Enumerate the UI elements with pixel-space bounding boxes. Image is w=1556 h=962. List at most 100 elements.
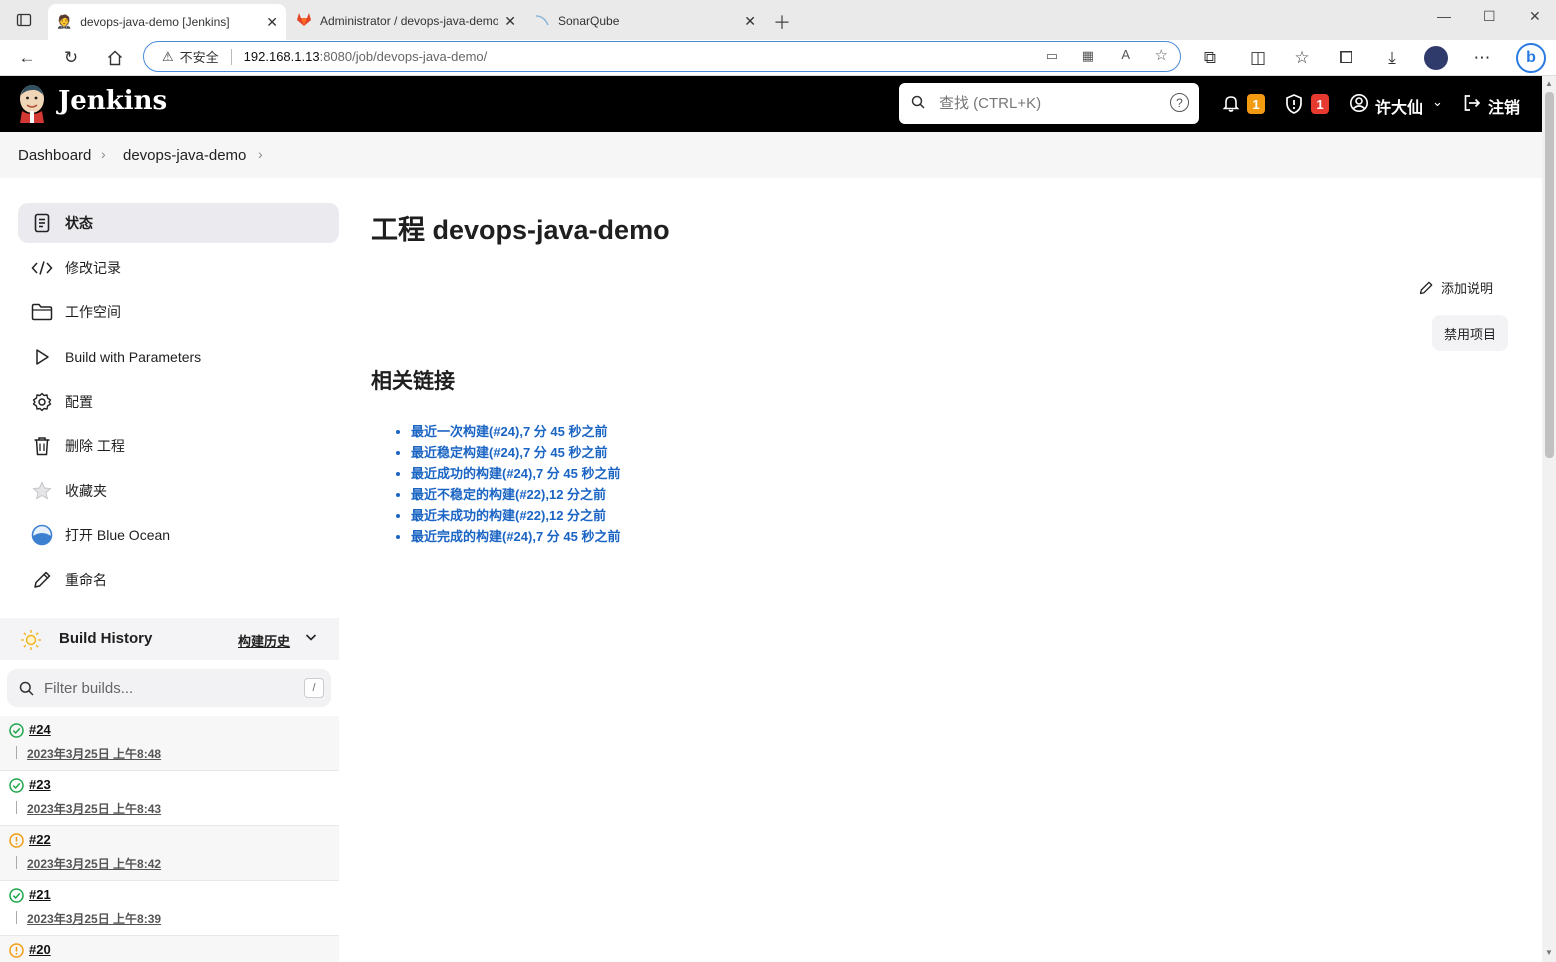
build-row-divider [16,911,17,924]
browser-tab-sonarqube[interactable]: SonarQube ✕ [526,6,764,36]
favorites-icon[interactable]: ☆ [1290,46,1314,70]
breadcrumb-separator-icon[interactable]: › [258,146,263,162]
logout-link[interactable]: 注销 [1488,94,1520,118]
downloads-icon[interactable]: ⤓ [1380,46,1404,70]
sidebar-item-status[interactable]: 状态 [18,203,339,243]
cast-icon[interactable]: ▭ [1046,48,1058,64]
sidebar-item-favorite[interactable]: 收藏夹 [18,471,339,511]
sidebar-item-label: 工作空间 [65,304,121,320]
warning-icon[interactable]: ⚠ [162,49,174,65]
close-tab-icon[interactable]: ✕ [744,13,756,30]
breadcrumb-job[interactable]: devops-java-demo [123,147,246,164]
build-date-link[interactable]: 2023年3月25日 上午8:42 [27,855,161,872]
extensions-icon[interactable]: ⧉ [1198,46,1222,70]
build-number-link[interactable]: #23 [29,777,51,792]
list-item: 最近完成的构建(#24),7 分 45 秒之前 [411,526,621,547]
sidebar-item-workspace[interactable]: 工作空间 [18,292,339,332]
more-menu-icon[interactable]: ⋯ [1470,46,1494,70]
reload-icon[interactable]: ↻ [59,46,83,70]
sidebar-item-label: 打开 Blue Ocean [65,527,171,543]
bing-copilot-icon[interactable]: b [1516,43,1546,73]
disable-project-button[interactable]: 禁用项目 [1432,315,1508,351]
add-favorite-icon[interactable]: ☆ [1155,46,1168,64]
add-description-link[interactable]: 添加说明 [1418,278,1493,297]
build-number-link[interactable]: #20 [29,942,51,957]
build-number-link[interactable]: #22 [29,832,51,847]
notifications-badge[interactable]: 1 [1247,94,1265,114]
minimize-icon[interactable]: — [1437,8,1451,24]
collections-icon[interactable]: ⧠ [1334,46,1358,70]
sidebar-item-build-with-parameters[interactable]: Build with Parameters [18,337,339,377]
home-icon[interactable] [103,46,127,70]
sidebar-item-changes[interactable]: 修改记录 [18,248,339,288]
build-filter[interactable]: / [7,669,331,707]
sidebar-item-configure[interactable]: 配置 [18,382,339,422]
build-row[interactable]: #20 [0,936,339,962]
build-number-link[interactable]: #21 [29,887,51,902]
last-successful-build-link[interactable]: 最近成功的构建(#24),7 分 45 秒之前 [411,466,621,481]
user-name[interactable]: 许大仙 [1375,94,1423,118]
success-check-icon [9,888,24,903]
security-badge[interactable]: 1 [1311,94,1329,114]
sidebar-item-rename[interactable]: 重命名 [18,560,339,600]
read-aloud-icon[interactable]: A [1121,47,1130,62]
play-icon [31,348,53,366]
build-row[interactable]: #21 2023年3月25日 上午8:39 [0,881,339,936]
breadcrumb-dashboard[interactable]: Dashboard [18,147,91,164]
address-divider [230,48,232,65]
build-date-link[interactable]: 2023年3月25日 上午8:43 [27,800,161,817]
window-close-icon[interactable]: ✕ [1529,8,1541,25]
jenkins-logo-icon[interactable] [16,83,48,123]
split-screen-icon[interactable]: ◫ [1246,46,1270,70]
back-icon[interactable]: ← [15,46,39,70]
trash-icon [31,436,53,456]
user-icon[interactable] [1349,93,1369,118]
maximize-icon[interactable]: ☐ [1483,8,1496,25]
last-build-link[interactable]: 最近一次构建(#24),7 分 45 秒之前 [411,424,608,439]
gitlab-favicon-icon [296,12,312,30]
browser-tab-gitlab[interactable]: Administrator / devops-java-demo ✕ [288,6,524,36]
last-completed-build-link[interactable]: 最近完成的构建(#24),7 分 45 秒之前 [411,529,621,544]
build-history-title: Build History [59,630,153,647]
logout-icon[interactable] [1462,93,1482,118]
bell-icon[interactable] [1221,93,1241,118]
address-bar[interactable]: ⚠ 不安全 192.168.1.13:8080/job/devops-java-… [143,41,1181,72]
shield-icon[interactable] [1284,93,1304,120]
scrollbar-thumb[interactable] [1545,92,1554,458]
last-unstable-build-link[interactable]: 最近不稳定的构建(#22),12 分之前 [411,487,606,502]
page-scrollbar[interactable]: ▲ ▼ [1542,76,1556,962]
chevron-down-icon[interactable]: ⌄ [1432,94,1443,110]
close-tab-icon[interactable]: ✕ [266,14,278,31]
last-stable-build-link[interactable]: 最近稳定构建(#24),7 分 45 秒之前 [411,445,608,460]
chevron-down-icon[interactable] [304,630,318,649]
browser-toolbar: ← ↻ ⚠ 不安全 192.168.1.13:8080/job/devops-j… [0,40,1556,76]
build-row[interactable]: #23 2023年3月25日 上午8:43 [0,771,339,826]
build-trend-link[interactable]: 构建历史 [238,631,290,650]
close-tab-icon[interactable]: ✕ [504,13,516,30]
search-box[interactable]: ? [899,83,1199,124]
qr-code-icon[interactable]: ▦ [1082,48,1094,64]
jenkins-logo-text[interactable]: Jenkins [58,86,167,116]
build-row[interactable]: #22 2023年3月25日 上午8:42 [0,826,339,881]
build-date-link[interactable]: 2023年3月25日 上午8:48 [27,745,161,762]
jenkins-header: Jenkins ? 1 1 许大仙 ⌄ 注销 [0,76,1542,132]
search-input[interactable] [939,95,1149,112]
security-label[interactable]: 不安全 [180,47,219,66]
scroll-down-arrow-icon[interactable]: ▼ [1545,948,1553,957]
search-help-icon[interactable]: ? [1170,93,1189,112]
tab-actions-icon[interactable] [12,8,36,32]
build-number-link[interactable]: #24 [29,722,51,737]
tab-title: SonarQube [558,14,620,28]
filter-builds-input[interactable] [44,679,294,697]
build-row[interactable]: #24 2023年3月25日 上午8:48 [0,716,339,771]
sidebar-item-blue-ocean[interactable]: 打开 Blue Ocean [18,515,339,555]
sidebar-item-delete-project[interactable]: 删除 工程 [18,426,339,466]
build-date-link[interactable]: 2023年3月25日 上午8:39 [27,910,161,927]
profile-avatar[interactable] [1424,46,1448,70]
scroll-up-arrow-icon[interactable]: ▲ [1545,79,1553,88]
browser-tab-jenkins[interactable]: 🤵 devops-java-demo [Jenkins] ✕ [48,4,286,40]
breadcrumb-separator-icon[interactable]: › [101,146,106,162]
new-tab-icon[interactable]: ＋ [773,9,791,35]
last-unsuccessful-build-link[interactable]: 最近未成功的构建(#22),12 分之前 [411,508,606,523]
add-description-label[interactable]: 添加说明 [1441,278,1493,297]
